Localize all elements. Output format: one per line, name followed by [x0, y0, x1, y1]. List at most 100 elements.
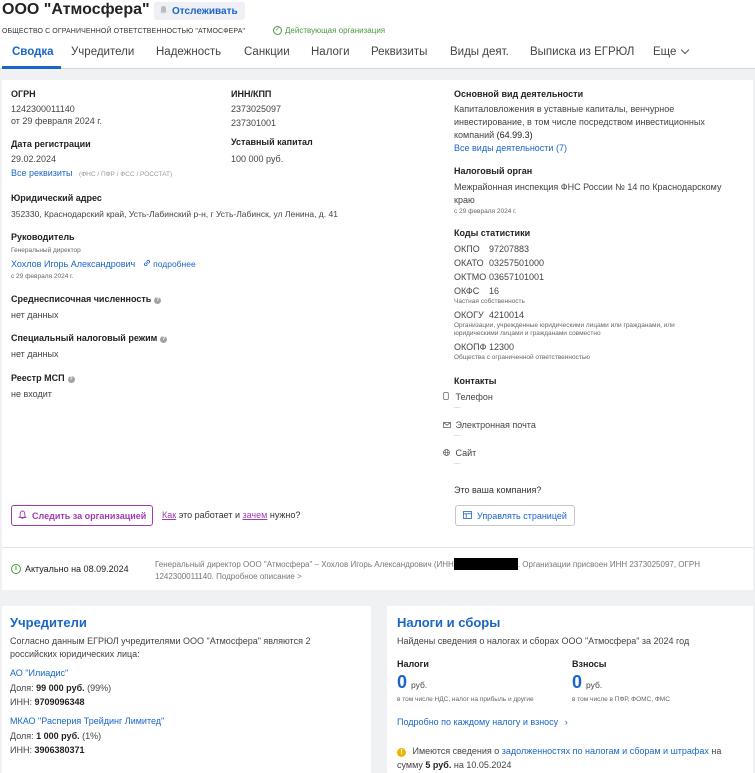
- okfs-row: ОКФС 16: [454, 286, 499, 296]
- email-row: Электронная почта: [443, 420, 536, 430]
- requisites-note: (ФНС / ПФР / ФСС / РОССТАТ): [79, 171, 173, 178]
- how-text-2: нужно?: [269, 510, 301, 520]
- fees-currency: руб.: [586, 680, 603, 690]
- tab-reliability[interactable]: Надежность: [156, 46, 221, 58]
- site-label: Сайт: [455, 448, 477, 458]
- tab-activities[interactable]: Виды деят.: [450, 46, 509, 58]
- help-icon[interactable]: ?: [154, 297, 162, 304]
- manage-button-label: Управлять страницей: [477, 510, 567, 521]
- check-icon: ✓: [273, 26, 282, 35]
- inn-value: 2373025097: [231, 104, 282, 114]
- watch-organization-button[interactable]: Следить за организацией: [11, 505, 154, 526]
- tax-details-label: Подробно по каждому налогу и взносу: [397, 717, 559, 727]
- company-full-name: ОБЩЕСТВО С ОГРАНИЧЕННОЙ ОТВЕТСТВЕННОСТЬЮ…: [2, 28, 246, 35]
- founder-2-share: Доля: 1 000 руб. (1%): [10, 731, 101, 741]
- okogu-desc-1: Организации, учрежденные юридическими ли…: [454, 322, 675, 329]
- okfs-value: 16: [489, 286, 500, 296]
- taxes-value: 0: [397, 672, 408, 692]
- tab-founders[interactable]: Учредители: [71, 46, 134, 58]
- taxes-note: в том числе НДС, налог на прибыль и друг…: [397, 696, 534, 703]
- founder-2-link[interactable]: МКАО "Расперия Трейдинг Лимитед": [10, 716, 164, 726]
- fees-value: 0: [572, 672, 583, 692]
- founder-2-pct: (1%): [82, 731, 102, 741]
- phone-row: Телефон: [443, 392, 493, 402]
- how-link[interactable]: Как: [162, 510, 176, 520]
- reg-date-value: 29.02.2024: [11, 154, 57, 164]
- okpo-value: 97207883: [489, 244, 530, 254]
- founders-title[interactable]: Учредители: [10, 615, 87, 630]
- founder-1-inn: ИНН: 9709096348: [10, 697, 85, 707]
- okato-row: ОКАТО 03257501000: [454, 258, 544, 268]
- all-requisites-link[interactable]: Все реквизиты: [11, 168, 73, 178]
- address-value: 352330, Краснодарский край, Усть-Лабинск…: [11, 209, 338, 219]
- activity-line-1: Капиталовложения в уставные капиталы, ве…: [454, 104, 675, 114]
- okato-key: ОКАТО: [454, 258, 484, 268]
- tax-details-link[interactable]: Подробно по каждому налогу и взносу ›: [397, 717, 568, 727]
- head-date: с 29 февраля 2024 г.: [11, 273, 74, 280]
- tab-taxes[interactable]: Налоги: [311, 46, 350, 58]
- okpo-key: ОКПО: [454, 244, 480, 254]
- tab-sanctions[interactable]: Санкции: [244, 46, 290, 58]
- share-label: Доля:: [10, 683, 34, 693]
- founder-1-link[interactable]: АО "Илиадис": [10, 668, 68, 678]
- inn-kpp-label: ИНН/КПП: [231, 89, 272, 99]
- okopf-desc: Общества с ограниченной ответственностью: [454, 354, 591, 361]
- taxes-label: Налоги: [397, 659, 429, 669]
- page-title: ООО "Атмосфера": [2, 1, 150, 18]
- msp-label: Реестр МСП?: [11, 373, 75, 384]
- help-icon[interactable]: ?: [160, 336, 168, 343]
- tax-org-line-2: краю: [454, 195, 475, 205]
- tab-requisites[interactable]: Реквизиты: [371, 46, 427, 58]
- okpo-row: ОКПО 97207883: [454, 244, 529, 254]
- debt-text-3: сумму: [397, 760, 423, 770]
- desc-part-3: 1242300011140.: [155, 572, 214, 582]
- tax-regime-value: нет данных: [11, 349, 59, 359]
- inn-label: ИНН:: [10, 745, 32, 755]
- tax-regime-label-text: Специальный налоговый режим: [11, 333, 158, 343]
- fees-note: в том числе в ПФР, ФОМС, ФМС: [572, 696, 670, 703]
- tab-egrul-extract[interactable]: Выписка из ЕГРЮЛ: [530, 46, 634, 58]
- divider: [2, 547, 753, 548]
- head-more-label: подробнее: [153, 259, 196, 269]
- debt-link[interactable]: задолженностях по налогам и сборам и штр…: [502, 746, 709, 756]
- headcount-label-text: Среднесписочная численность: [11, 294, 152, 304]
- okogu-row: ОКОГУ 4210014: [454, 310, 524, 320]
- founder-1-share-value: 99 000 руб.: [36, 683, 85, 693]
- email-label: Электронная почта: [455, 420, 536, 430]
- phone-label: Телефон: [455, 392, 493, 402]
- summary-card: ОГРН 1242300011140 от 29 февраля 2024 г.…: [2, 80, 753, 590]
- taxes-title[interactable]: Налоги и сборы: [397, 615, 500, 630]
- tab-more-label: Еще: [653, 46, 677, 58]
- desc-part-2: . Организации присвоен ИНН 2373025097, О…: [517, 560, 700, 570]
- activity-line-3: компаний (64.99.3): [454, 130, 533, 140]
- your-company-question: Это ваша компания?: [454, 485, 542, 495]
- tab-summary[interactable]: Сводка: [12, 46, 54, 58]
- detailed-description-link[interactable]: Подробное описание >: [216, 572, 302, 581]
- active-tab-indicator: [2, 66, 61, 69]
- ogrn-label: ОГРН: [11, 89, 36, 99]
- chevron-down-icon: [681, 45, 690, 55]
- manage-page-button[interactable]: Управлять страницей: [455, 505, 575, 526]
- all-activities-link[interactable]: Все виды деятельности (7): [454, 143, 567, 153]
- founder-1-pct: (99%): [87, 683, 112, 693]
- tab-more[interactable]: Еще: [653, 45, 690, 58]
- founder-1-share: Доля: 99 000 руб. (99%): [10, 683, 111, 693]
- desc-part-1: Генеральный директор ООО "Атмосфера" – Х…: [155, 560, 454, 570]
- follow-button[interactable]: Отслеживать: [154, 2, 245, 20]
- help-icon[interactable]: ?: [67, 376, 75, 383]
- head-name-link[interactable]: Хохлов Игорь Александрович: [11, 259, 135, 269]
- taxes-intro: Найдены сведения о налогах и сборах ООО …: [397, 636, 690, 646]
- head-more-link[interactable]: подробнее: [143, 259, 196, 269]
- why-link[interactable]: зачем: [243, 510, 268, 520]
- debt-notice-line-1: ! Имеются сведения о задолженностях по н…: [397, 746, 721, 757]
- founder-2-share-value: 1 000 руб.: [36, 731, 80, 741]
- actuality-text: Актуально на 08.09.2024: [25, 564, 129, 574]
- head-role: Генеральный директор: [11, 247, 81, 254]
- founder-2-inn: ИНН: 3906380371: [10, 745, 85, 755]
- tax-org-line-1: Межрайонная инспекция ФНС России № 14 по…: [454, 182, 722, 192]
- chevron-right-icon: ›: [564, 717, 568, 727]
- inn-label: ИНН:: [10, 697, 32, 707]
- email-value: —: [454, 432, 461, 439]
- stat-codes-label: Коды статистики: [454, 228, 531, 238]
- how-text-1: это работает и: [178, 510, 240, 520]
